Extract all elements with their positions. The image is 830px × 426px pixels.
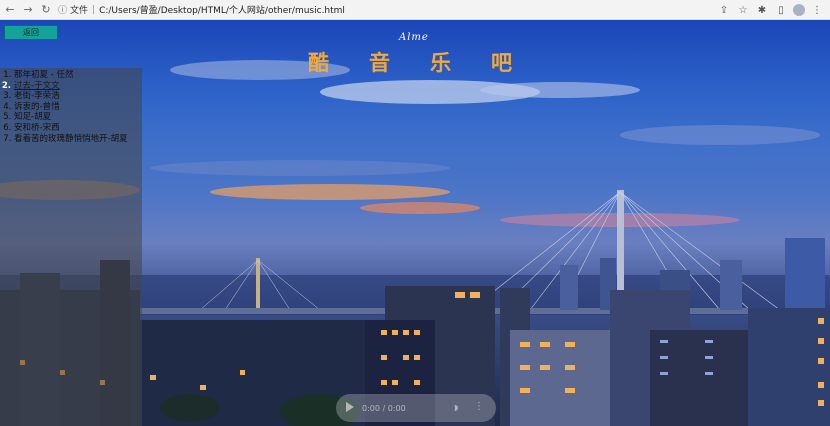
- playlist-item-active[interactable]: 过去-于文文: [14, 81, 128, 92]
- share-icon[interactable]: ⇪: [717, 2, 731, 18]
- url-text: C:/Users/曾盈/Desktop/HTML/个人网站/other/musi…: [99, 6, 345, 16]
- volume-icon[interactable]: ◗: [454, 403, 462, 412]
- playlist-item[interactable]: 那年初夏 - 任然: [14, 70, 128, 81]
- sidebar-icon[interactable]: ▯: [774, 2, 788, 18]
- info-icon[interactable]: ⓘ: [58, 3, 67, 16]
- signature-logo: Alme: [399, 32, 429, 43]
- playlist-panel: 那年初夏 - 任然 过去-于文文 老街-李荣浩 诉衷的-曾惜 知足-胡夏 安和桥…: [0, 68, 142, 426]
- playlist-item[interactable]: 安和桥-宋西: [14, 123, 128, 134]
- more-options-icon[interactable]: ⋮: [474, 401, 484, 412]
- background-scene: 返回 Alme 酷音乐吧 那年初夏 - 任然 过去-于文文 老街-李荣浩 诉衷的…: [0, 20, 830, 426]
- file-label: 文件: [70, 6, 89, 16]
- play-icon[interactable]: [346, 402, 354, 412]
- page-title: 酷音乐吧: [308, 51, 552, 75]
- browser-actions: ⇪ ☆ ✱ ▯ ⋮: [717, 2, 824, 18]
- playlist-item[interactable]: 老街-李荣浩: [14, 91, 128, 102]
- address-bar[interactable]: ⓘ 文件 | C:/Users/曾盈/Desktop/HTML/个人网站/oth…: [58, 2, 345, 18]
- playlist-item[interactable]: 知足-胡夏: [14, 112, 128, 123]
- playlist-item[interactable]: 诉衷的-曾惜: [14, 102, 128, 113]
- player-time: 0:00 / 0:00: [362, 403, 406, 413]
- menu-icon[interactable]: ⋮: [810, 2, 824, 18]
- extensions-icon[interactable]: ✱: [755, 2, 769, 18]
- audio-player[interactable]: 0:00 / 0:00 ◗ ⋮: [336, 394, 496, 422]
- playlist: 那年初夏 - 任然 过去-于文文 老街-李荣浩 诉衷的-曾惜 知足-胡夏 安和桥…: [0, 70, 128, 144]
- address-separator: |: [92, 4, 96, 15]
- avatar[interactable]: [793, 4, 805, 16]
- playlist-item[interactable]: 看着苦的玫瑰静悄悄地开-胡夏: [14, 134, 128, 145]
- back-button[interactable]: 返回: [4, 25, 58, 40]
- reload-icon[interactable]: ↻: [38, 2, 54, 18]
- browser-toolbar: ← → ↻ ⓘ 文件 | C:/Users/曾盈/Desktop/HTML/个人…: [0, 0, 830, 20]
- star-icon[interactable]: ☆: [736, 2, 750, 18]
- back-arrow-icon[interactable]: ←: [2, 2, 18, 18]
- playlist-item-label[interactable]: 过去-于文文: [14, 81, 60, 91]
- forward-arrow-icon[interactable]: →: [20, 2, 36, 18]
